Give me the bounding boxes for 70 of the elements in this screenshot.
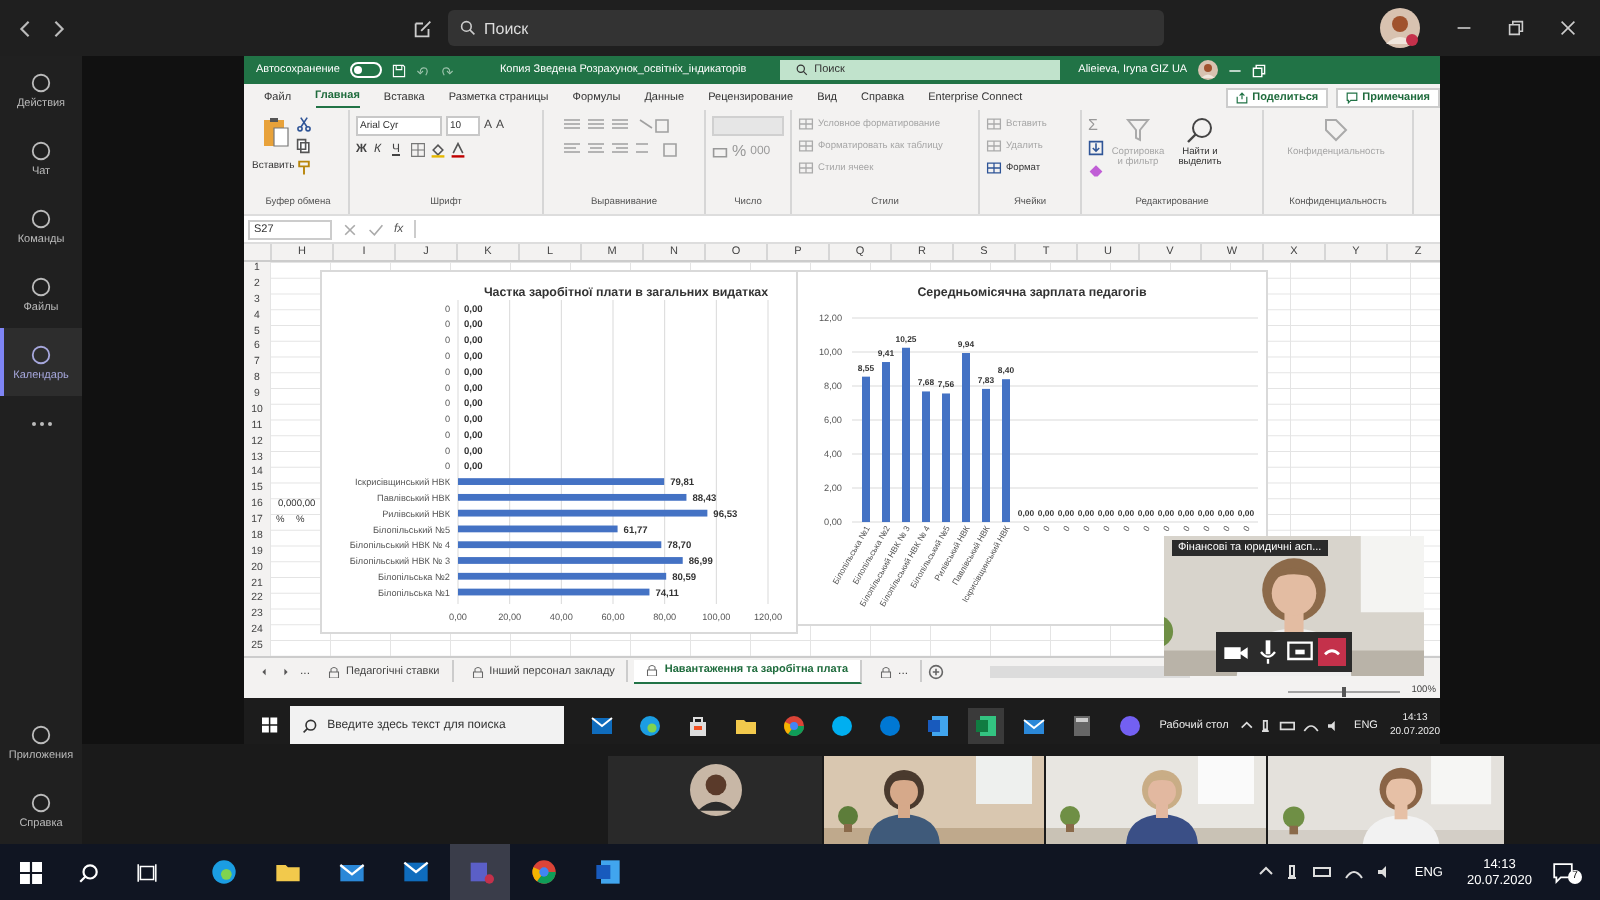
search-icon <box>301 717 318 733</box>
microphone-icon[interactable] <box>1254 638 1282 666</box>
circle-icon <box>30 723 52 745</box>
search-icon <box>796 64 809 76</box>
avatar-icon <box>689 764 741 816</box>
circle-icon <box>30 343 52 365</box>
circle-icon <box>30 71 52 93</box>
search-field[interactable]: Поиск <box>448 10 1164 46</box>
fill-color-icon[interactable] <box>430 142 446 158</box>
bar <box>922 391 930 522</box>
border-icon[interactable] <box>410 142 426 158</box>
lock-icon <box>471 665 484 677</box>
back-icon[interactable] <box>16 19 34 37</box>
video-tile[interactable] <box>608 756 822 844</box>
compose-icon[interactable] <box>412 17 434 39</box>
check-icon[interactable] <box>368 221 384 237</box>
zoom-slider[interactable] <box>1283 685 1404 697</box>
currency-icon[interactable] <box>712 143 728 159</box>
undo-icon[interactable] <box>415 63 430 77</box>
task-view-icon[interactable] <box>136 861 158 883</box>
close-icon[interactable] <box>1560 20 1576 36</box>
search-icon <box>460 20 476 36</box>
number-format-field[interactable] <box>712 116 784 136</box>
spreadsheet-app-icon[interactable] <box>967 707 1004 743</box>
redo-icon[interactable] <box>439 63 454 77</box>
circle-icon <box>30 275 52 297</box>
circle-icon <box>30 791 52 813</box>
copy-icon[interactable] <box>296 138 312 154</box>
avatar-icon[interactable] <box>1380 8 1420 48</box>
circle-icon <box>30 139 52 161</box>
restore-icon[interactable] <box>1251 63 1266 77</box>
start-icon[interactable] <box>20 861 42 883</box>
more-icon[interactable] <box>29 420 53 428</box>
maximize-icon[interactable] <box>1508 20 1524 36</box>
search-placeholder: Поиск <box>484 19 529 37</box>
fill-down-icon[interactable] <box>1088 140 1104 156</box>
font-color-icon[interactable] <box>450 142 466 158</box>
share-screen-icon[interactable] <box>1286 638 1314 666</box>
add-sheet-icon[interactable] <box>928 663 945 679</box>
grid-icon <box>798 116 814 132</box>
brush-icon[interactable] <box>296 160 312 176</box>
grid-icon <box>986 160 1002 176</box>
lock-icon <box>646 664 659 676</box>
filter-icon <box>1124 116 1152 144</box>
slider-thumb[interactable] <box>1341 686 1346 696</box>
bar <box>942 393 950 522</box>
grid-icon <box>798 138 814 154</box>
start-icon[interactable] <box>262 716 278 734</box>
grid-icon <box>986 116 1002 132</box>
hang-up-icon[interactable] <box>1318 638 1346 666</box>
forward-icon[interactable] <box>50 19 68 37</box>
scissors-icon[interactable] <box>296 116 312 132</box>
eraser-icon[interactable] <box>1088 162 1104 178</box>
magnifier-icon <box>1186 116 1214 144</box>
lock-icon <box>880 665 893 677</box>
comment-icon <box>1346 91 1359 103</box>
share-icon <box>1236 91 1249 103</box>
bar <box>1002 379 1010 522</box>
lock-icon <box>328 665 341 677</box>
notification-icon[interactable] <box>1552 861 1574 883</box>
save-icon[interactable] <box>391 63 406 77</box>
grid-icon <box>798 160 814 176</box>
search-icon[interactable] <box>78 861 100 883</box>
autosave-toggle[interactable] <box>349 62 382 78</box>
circle-icon <box>30 207 52 229</box>
chart-area[interactable] <box>320 270 798 634</box>
grid-icon <box>986 138 1002 154</box>
tag-icon <box>1322 116 1350 144</box>
clipboard-icon[interactable] <box>262 116 290 148</box>
bar <box>982 388 990 522</box>
